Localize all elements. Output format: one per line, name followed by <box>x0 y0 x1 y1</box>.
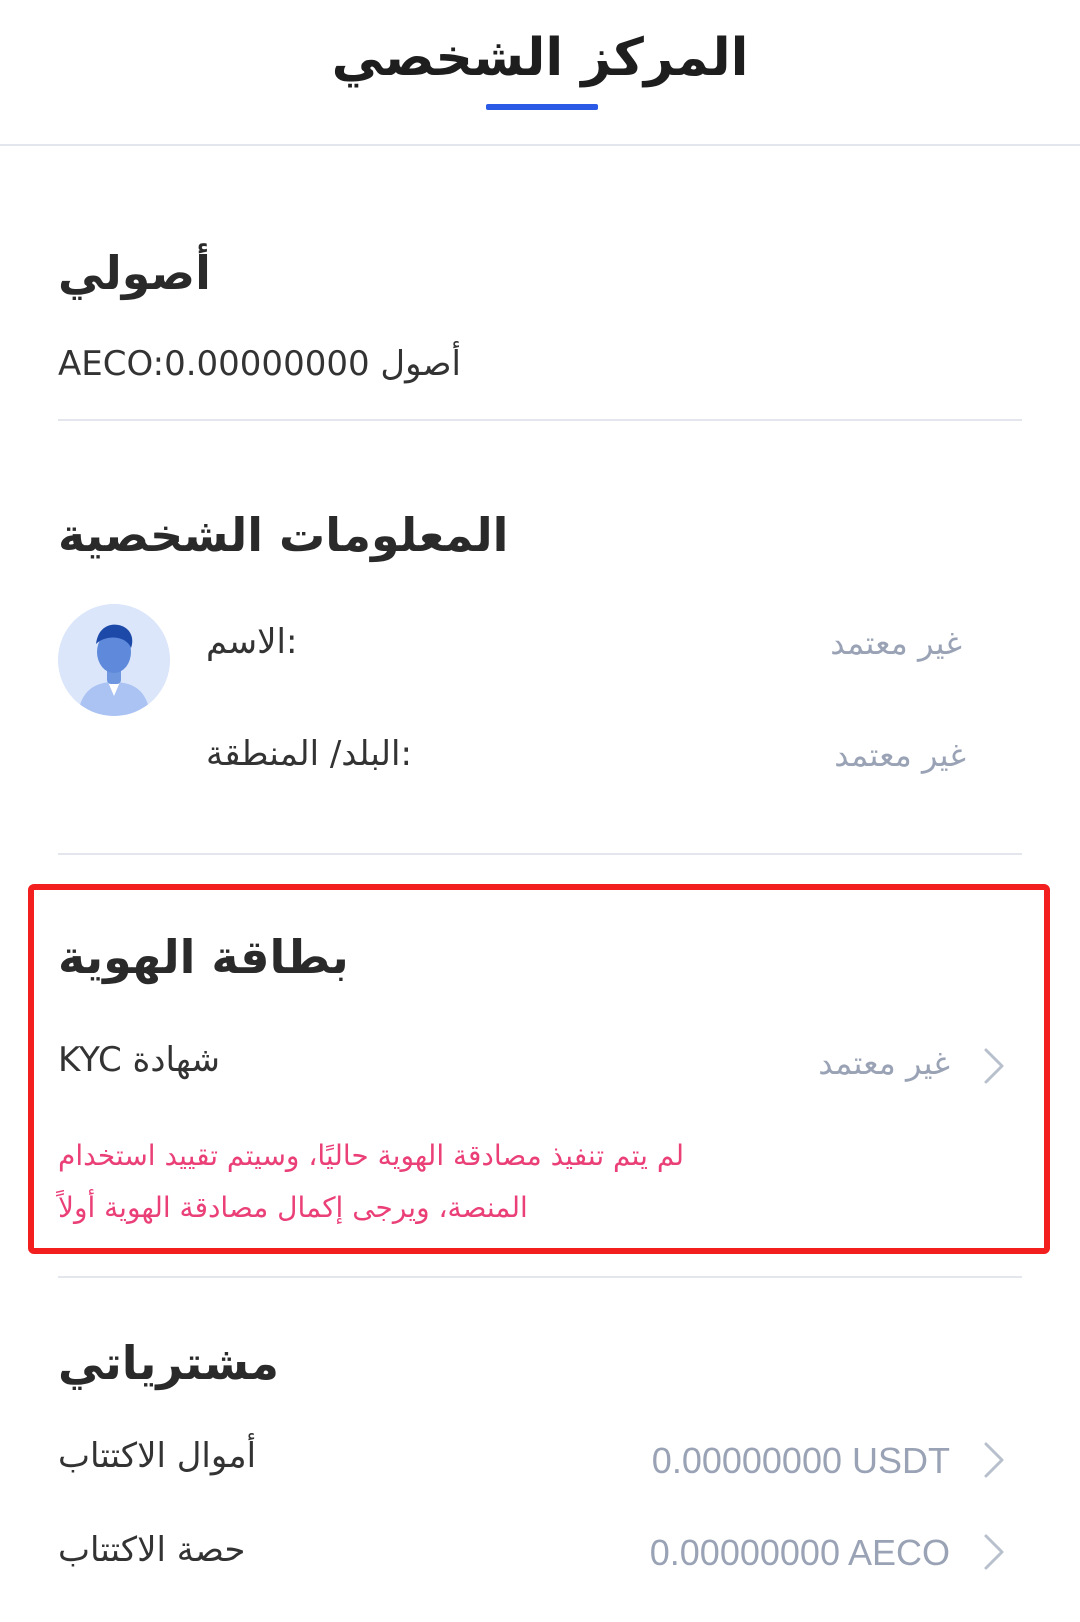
title-underline <box>486 104 598 110</box>
header-bar: المركز الشخصي <box>0 0 1080 146</box>
warning-line: المنصة، ويرجى إكمال مصادقة الهوية أولاً <box>58 1191 528 1224</box>
subscription-share-value: 0.00000000 AECO <box>649 1532 950 1573</box>
kyc-warning-message: لم يتم تنفيذ مصادقة الهوية حاليًا، وسيتم… <box>58 1130 858 1234</box>
region-label: :البلد/ المنطقة <box>206 734 412 774</box>
kyc-label: شهادة KYC <box>58 1040 221 1080</box>
subscription-share-label: حصة الاكتتاب <box>58 1530 246 1570</box>
aeco-balance: أصول AECO:0.00000000 <box>58 344 462 384</box>
avatar[interactable] <box>58 604 170 716</box>
purchases-section-title: مشترياتي <box>58 1336 280 1390</box>
warning-line: لم يتم تنفيذ مصادقة الهوية حاليًا، وسيتم… <box>58 1139 684 1172</box>
divider <box>58 853 1022 855</box>
chevron-right-icon <box>984 1048 1004 1084</box>
page-title: المركز الشخصي <box>331 28 749 88</box>
region-value: غير معتمد <box>834 736 966 774</box>
user-avatar-icon <box>58 604 170 716</box>
id-card-section-title: بطاقة الهوية <box>58 930 349 984</box>
divider <box>58 419 1022 421</box>
personal-center-page: المركز الشخصي أصولي أصول AECO:0.00000000… <box>0 0 1080 1622</box>
subscription-funds-value: 0.00000000 USDT <box>651 1440 950 1481</box>
chevron-right-icon <box>984 1442 1004 1478</box>
divider <box>58 1276 1022 1278</box>
name-value: غير معتمد <box>830 624 962 662</box>
kyc-status-value: غير معتمد <box>818 1044 950 1082</box>
assets-section-title: أصولي <box>58 246 211 300</box>
personal-info-section-title: المعلومات الشخصية <box>58 508 509 562</box>
subscription-funds-label: أموال الاكتتاب <box>58 1436 257 1476</box>
name-label: :الاسم <box>206 622 298 662</box>
chevron-right-icon <box>984 1534 1004 1570</box>
